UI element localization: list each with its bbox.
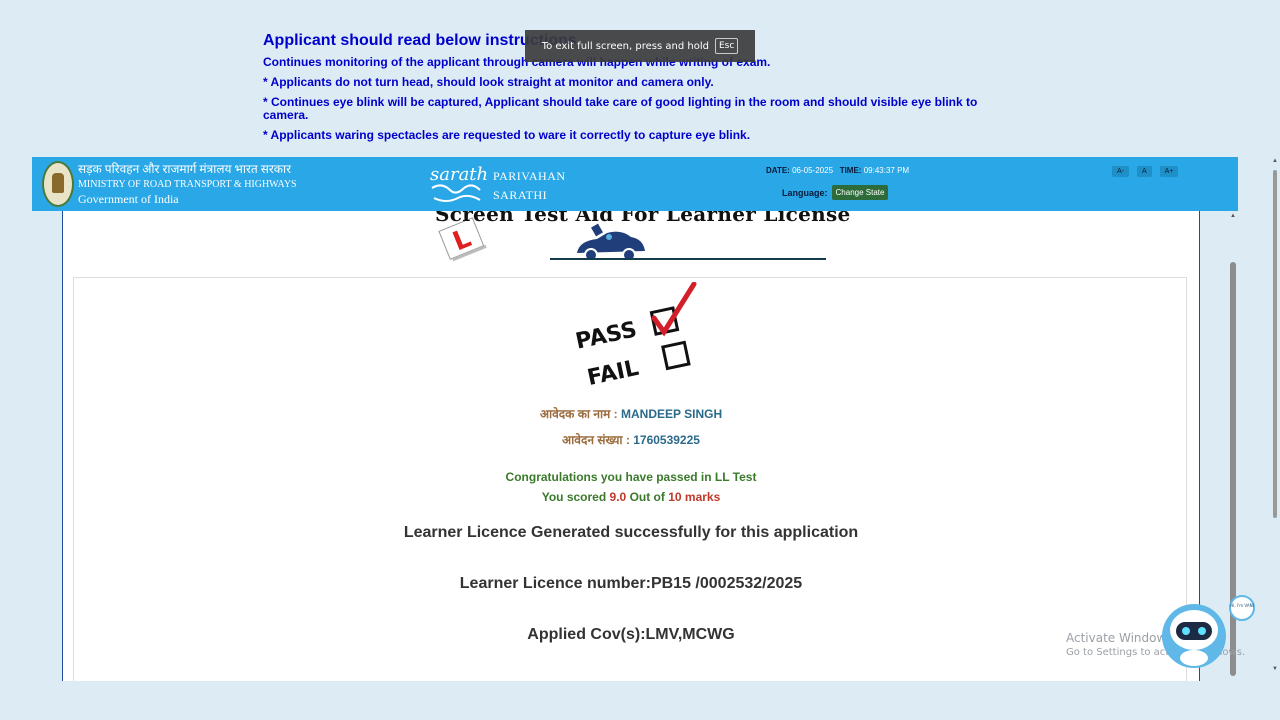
page-scrollbar-thumb[interactable] — [1273, 170, 1277, 518]
esc-key-badge: Esc — [714, 38, 739, 54]
instruction-line: * Applicants waring spectacles are reque… — [263, 128, 751, 142]
time-label: TIME: — [839, 166, 862, 175]
ministry-hindi: सड़क परिवहन और राजमार्ग मंत्रालय भारत सर… — [78, 162, 291, 176]
parivahan-text: PARIVAHAN — [493, 169, 566, 183]
site-header: सड़क परिवहन और राजमार्ग मंत्रालय भारत सर… — [32, 157, 1238, 211]
application-number-row: आवेदन संख्या : 1760539225 — [74, 431, 1188, 448]
result-card: PASS FAIL आवेदक का नाम : MANDEEP SINGH आ… — [73, 277, 1187, 681]
font-decrease-button[interactable]: A- — [1112, 166, 1129, 177]
page-scroll-up-arrow[interactable]: ▲ — [1272, 158, 1278, 164]
heading-underline — [550, 258, 826, 260]
score-row: You scored 9.0 Out of 10 marks — [74, 490, 1188, 504]
car-icon — [577, 223, 645, 262]
chatbot-bubble-text: Hi, I'm VANI — [1230, 603, 1254, 608]
applied-cov: Applied Cov(s):LMV,MCWG — [527, 626, 735, 643]
application-number-value: 1760539225 — [633, 433, 700, 447]
content-panel: L Screen Test Aid For Learner License PA… — [62, 211, 1200, 681]
date-label: DATE: — [766, 166, 790, 175]
sarathi-text: SARATHI — [493, 188, 548, 202]
date-time: DATE: 06-05-2025 TIME: 09:43:37 PM — [766, 166, 909, 175]
language-label: Language: — [782, 187, 828, 198]
government-of-india: Government of India — [78, 192, 179, 206]
instruction-line: * Applicants do not turn head, should lo… — [263, 75, 714, 89]
application-number-label: आवेदन संख्या : — [562, 433, 630, 447]
sarathi-logo-text: sarathi — [430, 164, 488, 185]
fullscreen-toast-text: To exit full screen, press and hold — [541, 40, 709, 52]
licence-number: Learner Licence number:PB15 /0002532/202… — [459, 575, 803, 592]
fullscreen-exit-toast: To exit full screen, press and hold Esc — [525, 30, 755, 62]
font-increase-button[interactable]: A+ — [1159, 166, 1179, 177]
change-state-button[interactable]: Change State — [831, 185, 889, 200]
time-value: 09:43:37 PM — [863, 166, 910, 175]
instruction-line: * Continues eye blink will be captured, … — [263, 95, 978, 122]
page-scroll-down-arrow[interactable]: ▼ — [1272, 666, 1278, 672]
score-total: 10 marks — [668, 490, 721, 504]
pass-text: PASS — [573, 317, 639, 354]
score-value: 9.0 — [609, 490, 627, 504]
applicant-name-label: आवेदक का नाम : — [539, 407, 618, 421]
applicant-name-row: आवेदक का नाम : MANDEEP SINGH — [74, 405, 1188, 422]
parivahan-sarathi-title: PARIVAHAN SARATHI — [493, 167, 566, 205]
congratulations-message: Congratulations you have passed in LL Te… — [505, 470, 757, 484]
ministry-title: सड़क परिवहन और राजमार्ग मंत्रालय भारत सर… — [78, 162, 297, 207]
score-out-of: Out of — [629, 490, 665, 504]
content-scroll-up-arrow[interactable]: ▲ — [1230, 213, 1236, 219]
date-value: 06-05-2025 — [792, 166, 834, 175]
ministry-english: MINISTRY OF ROAD TRANSPORT & HIGHWAYS — [78, 179, 297, 190]
chatbot-robot-icon[interactable]: Hi, I'm VANI — [1160, 594, 1260, 672]
font-normal-button[interactable]: A — [1137, 166, 1152, 177]
font-size-controls: A- A A+ — [1112, 166, 1179, 177]
sarathi-logo: sarathi — [430, 164, 488, 202]
fail-text: FAIL — [585, 356, 641, 391]
language-row: Language: Change State — [782, 185, 889, 200]
national-emblem-icon — [42, 161, 74, 207]
score-prefix: You scored — [541, 490, 607, 504]
licence-generated-message: Learner Licence Generated successfully f… — [403, 524, 859, 541]
pass-fail-graphic: PASS FAIL — [573, 282, 697, 391]
applicant-name-value: MANDEEP SINGH — [621, 407, 723, 421]
